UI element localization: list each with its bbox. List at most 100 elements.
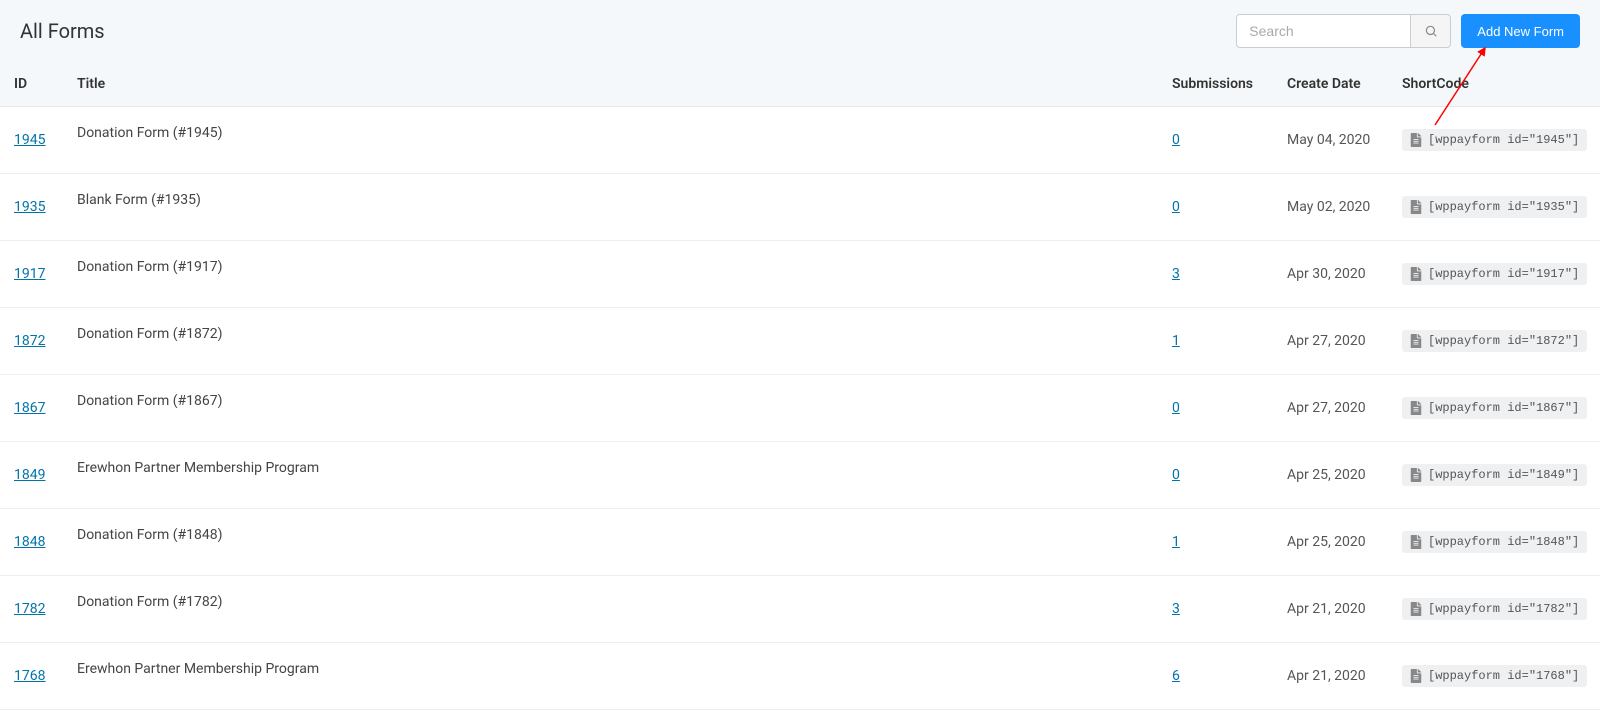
cell-shortcode: [wppayform id="1867"] [1390, 375, 1600, 442]
cell-create-date: May 02, 2020 [1275, 174, 1390, 241]
form-id-link[interactable]: 1849 [14, 467, 45, 483]
form-id-link[interactable]: 1867 [14, 400, 45, 416]
column-header-shortcode[interactable]: ShortCode [1390, 62, 1600, 107]
form-id-link[interactable]: 1782 [14, 601, 45, 617]
search-icon [1424, 24, 1438, 38]
cell-id: 1935 [0, 174, 65, 241]
search-input[interactable] [1236, 14, 1411, 48]
cell-submissions: 1 [1160, 509, 1275, 576]
page-title: All Forms [20, 19, 105, 43]
table-row: 1867 Donation Form (#1867) 0 Apr 27, 2020 [w… [0, 375, 1600, 442]
form-id-link[interactable]: 1917 [14, 266, 45, 282]
shortcode-text: [wppayform id="1867"] [1428, 401, 1579, 415]
table-row: 1782 Donation Form (#1782) 3 Apr 21, 2020 [w… [0, 576, 1600, 643]
cell-title: Donation Form (#1917) [65, 241, 1160, 308]
submissions-count-link[interactable]: 6 [1172, 668, 1180, 684]
table-row: 1935 Blank Form (#1935) 0 May 02, 2020 [wppa… [0, 174, 1600, 241]
submissions-count-link[interactable]: 3 [1172, 601, 1180, 617]
document-icon [1410, 200, 1422, 214]
submissions-count-link[interactable]: 0 [1172, 132, 1180, 148]
cell-shortcode: [wppayform id="1945"] [1390, 107, 1600, 174]
cell-submissions: 3 [1160, 576, 1275, 643]
document-icon [1410, 669, 1422, 683]
submissions-count-link[interactable]: 0 [1172, 199, 1180, 215]
document-icon [1410, 401, 1422, 415]
document-icon [1410, 334, 1422, 348]
cell-title: Donation Form (#1867) [65, 375, 1160, 442]
cell-create-date: Apr 27, 2020 [1275, 308, 1390, 375]
shortcode-text: [wppayform id="1872"] [1428, 334, 1579, 348]
cell-create-date: May 04, 2020 [1275, 107, 1390, 174]
cell-submissions: 0 [1160, 174, 1275, 241]
form-id-link[interactable]: 1768 [14, 668, 45, 684]
table-row: 1768Erewhon Partner Membership Program6A… [0, 643, 1600, 710]
cell-title: Blank Form (#1935) [65, 174, 1160, 241]
form-id-link[interactable]: 1945 [14, 132, 45, 148]
form-id-link[interactable]: 1848 [14, 534, 45, 550]
cell-id: 1768 [0, 643, 65, 710]
shortcode-copy-box[interactable]: [wppayform id="1917"] [1402, 263, 1587, 285]
shortcode-copy-box[interactable]: [wppayform id="1867"] [1402, 397, 1587, 419]
shortcode-copy-box[interactable]: [wppayform id="1872"] [1402, 330, 1587, 352]
column-header-title[interactable]: Title [65, 62, 1160, 107]
cell-submissions: 3 [1160, 241, 1275, 308]
cell-shortcode: [wppayform id="1917"] [1390, 241, 1600, 308]
cell-create-date: Apr 30, 2020 [1275, 241, 1390, 308]
table-row: 1848Donation Form (#1848)1Apr 25, 2020[w… [0, 509, 1600, 576]
shortcode-text: [wppayform id="1935"] [1428, 200, 1579, 214]
shortcode-copy-box[interactable]: [wppayform id="1849"] [1402, 464, 1587, 486]
cell-id: 1848 [0, 509, 65, 576]
shortcode-copy-box[interactable]: [wppayform id="1848"] [1402, 531, 1587, 553]
forms-table: ID Title Submissions Create Date ShortCo… [0, 62, 1600, 710]
add-new-form-button[interactable]: Add New Form [1461, 14, 1580, 48]
submissions-count-link[interactable]: 0 [1172, 400, 1180, 416]
cell-shortcode: [wppayform id="1872"] [1390, 308, 1600, 375]
cell-shortcode: [wppayform id="1935"] [1390, 174, 1600, 241]
cell-shortcode: [wppayform id="1768"] [1390, 643, 1600, 710]
shortcode-copy-box[interactable]: [wppayform id="1935"] [1402, 196, 1587, 218]
document-icon [1410, 468, 1422, 482]
table-row: 1945Donation Form (#1945)0May 04, 2020[w… [0, 107, 1600, 174]
cell-create-date: Apr 25, 2020 [1275, 442, 1390, 509]
table-body: 1945Donation Form (#1945)0May 04, 2020[w… [0, 107, 1600, 710]
cell-submissions: 0 [1160, 375, 1275, 442]
cell-create-date: Apr 21, 2020 [1275, 576, 1390, 643]
submissions-count-link[interactable]: 1 [1172, 534, 1180, 550]
cell-create-date: Apr 27, 2020 [1275, 375, 1390, 442]
document-icon [1410, 267, 1422, 281]
form-id-link[interactable]: 1935 [14, 199, 45, 215]
table-row: 1872Donation Form (#1872)1Apr 27, 2020[w… [0, 308, 1600, 375]
shortcode-text: [wppayform id="1848"] [1428, 535, 1579, 549]
submissions-count-link[interactable]: 1 [1172, 333, 1180, 349]
table-row: 1917 Donation Form (#1917) 3 Apr 30, 2020 [w… [0, 241, 1600, 308]
shortcode-copy-box[interactable]: [wppayform id="1768"] [1402, 665, 1587, 687]
cell-id: 1849 [0, 442, 65, 509]
shortcode-text: [wppayform id="1782"] [1428, 602, 1579, 616]
search-button[interactable] [1411, 14, 1451, 48]
submissions-count-link[interactable]: 3 [1172, 266, 1180, 282]
cell-title: Donation Form (#1782) [65, 576, 1160, 643]
form-id-link[interactable]: 1872 [14, 333, 45, 349]
column-header-id[interactable]: ID [0, 62, 65, 107]
submissions-count-link[interactable]: 0 [1172, 467, 1180, 483]
table-row: 1849 Erewhon Partner Membership Program 0 A… [0, 442, 1600, 509]
cell-id: 1782 [0, 576, 65, 643]
shortcode-text: [wppayform id="1849"] [1428, 468, 1579, 482]
column-header-submissions[interactable]: Submissions [1160, 62, 1275, 107]
cell-submissions: 0 [1160, 107, 1275, 174]
document-icon [1410, 535, 1422, 549]
cell-id: 1917 [0, 241, 65, 308]
shortcode-text: [wppayform id="1917"] [1428, 267, 1579, 281]
cell-title: Erewhon Partner Membership Program [65, 643, 1160, 710]
shortcode-copy-box[interactable]: [wppayform id="1782"] [1402, 598, 1587, 620]
shortcode-copy-box[interactable]: [wppayform id="1945"] [1402, 129, 1587, 151]
table-header: ID Title Submissions Create Date ShortCo… [0, 62, 1600, 107]
cell-id: 1872 [0, 308, 65, 375]
column-header-create-date[interactable]: Create Date [1275, 62, 1390, 107]
cell-submissions: 6 [1160, 643, 1275, 710]
cell-title: Erewhon Partner Membership Program [65, 442, 1160, 509]
header-bar: All Forms Add New Form [0, 0, 1600, 62]
cell-id: 1945 [0, 107, 65, 174]
cell-shortcode: [wppayform id="1849"] [1390, 442, 1600, 509]
header-actions: Add New Form [1236, 14, 1580, 48]
